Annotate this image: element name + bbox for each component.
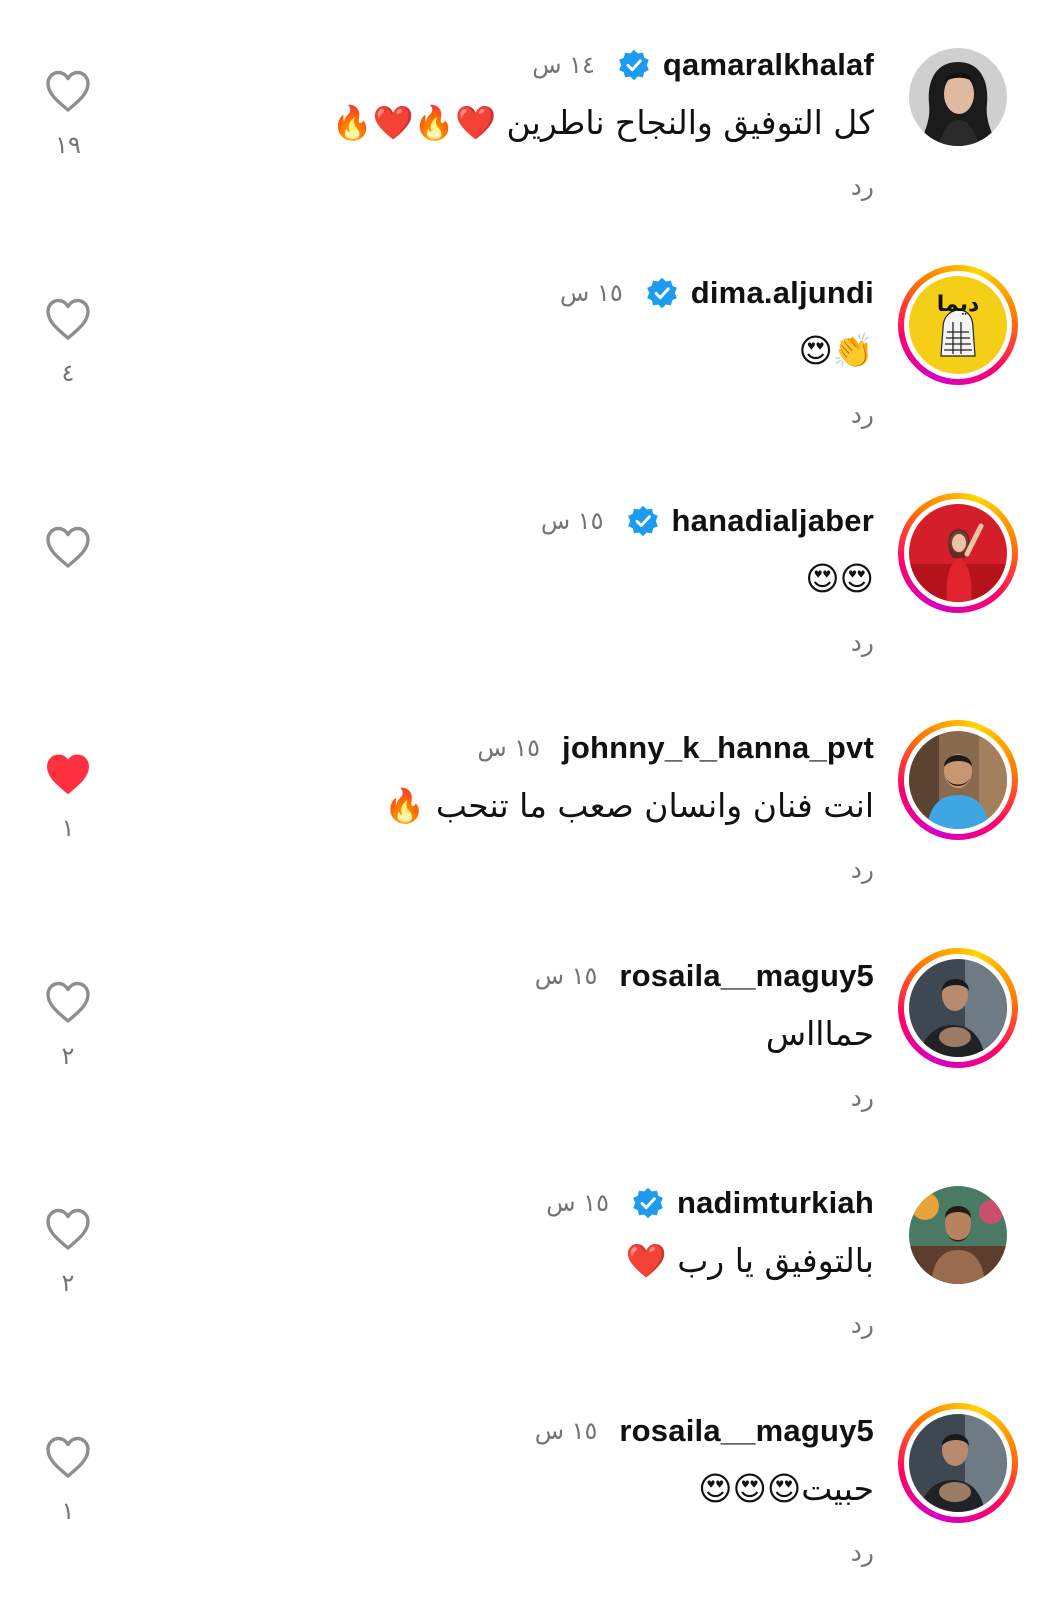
comment-text: حبيت😍😍😍 xyxy=(698,1469,874,1508)
reply-button[interactable]: رد xyxy=(851,400,874,429)
comment-header: dima.aljundi ١٥ س xyxy=(560,273,874,313)
heart-outline-icon[interactable] xyxy=(44,69,92,113)
comment-item: qamaralkhalaf ١٤ س كل التوفيق والنجاح نا… xyxy=(0,27,1043,255)
comment-text: 👏😍 xyxy=(798,331,875,370)
comment-header: qamaralkhalaf ١٤ س xyxy=(532,45,874,85)
avatar-ring-gap xyxy=(904,726,1012,834)
comment-header: nadimturkiah ١٥ س xyxy=(546,1183,874,1223)
avatar xyxy=(909,731,1007,829)
username[interactable]: nadimturkiah xyxy=(677,1185,874,1221)
comment-header: hanadialjaber ١٥ س xyxy=(541,501,874,541)
comment-time: ١٥ س xyxy=(534,962,598,990)
comment-text: بالتوفيق يا رب ❤️ xyxy=(625,1241,874,1280)
avatar xyxy=(909,48,1007,146)
reply-button[interactable]: رد xyxy=(851,172,874,201)
comment-item: johnny_k_hanna_pvt ١٥ س انت فنان وانسان … xyxy=(0,710,1043,938)
username[interactable]: hanadialjaber xyxy=(672,503,874,539)
comment-header: johnny_k_hanna_pvt ١٥ س xyxy=(477,728,874,768)
avatar-ring-gap xyxy=(904,1409,1012,1517)
verified-badge-icon xyxy=(646,277,677,309)
like-count: ٢ xyxy=(61,1269,75,1297)
comment-time: ١٥ س xyxy=(477,734,541,762)
heart-filled-icon[interactable] xyxy=(44,752,92,796)
comment-text: حماااس xyxy=(765,1014,874,1053)
comment-header: rosaila__maguy5 ١٥ س xyxy=(535,1411,874,1451)
avatar-container[interactable] xyxy=(898,1175,1018,1295)
comment-time: ١٥ س xyxy=(560,279,623,307)
comment-text: كل التوفيق والنجاح ناطرين ❤️🔥❤️🔥 xyxy=(331,103,874,142)
heart-outline-icon[interactable] xyxy=(44,297,92,341)
comment-item: hanadialjaber ١٥ س 😍😍 رد xyxy=(0,483,1043,711)
avatar-container[interactable] xyxy=(898,948,1018,1068)
heart-outline-icon[interactable] xyxy=(44,980,92,1024)
like-count: ١ xyxy=(61,1497,75,1525)
reply-button[interactable]: رد xyxy=(851,855,874,884)
username[interactable]: rosaila__maguy5 xyxy=(619,958,874,994)
comment-header: rosaila__maguy5 ١٥ س xyxy=(535,956,874,996)
reply-button[interactable]: رد xyxy=(851,1538,874,1567)
avatar-container[interactable]: ديما xyxy=(898,265,1018,385)
comment-item: nadimturkiah ١٥ س بالتوفيق يا رب ❤️ رد ٢ xyxy=(0,1165,1043,1393)
avatar xyxy=(909,1414,1007,1512)
avatar xyxy=(909,1186,1007,1284)
comment-item: ديما dima.aljundi ١٥ س 👏😍 رد ٤ xyxy=(0,255,1043,483)
comment-time: ١٥ س xyxy=(540,507,604,535)
like-count: ٢ xyxy=(61,1042,75,1070)
verified-badge-icon xyxy=(627,505,658,537)
heart-outline-icon[interactable] xyxy=(44,525,92,569)
comment-time: ١٤ س xyxy=(532,51,595,79)
avatar: ديما xyxy=(909,276,1007,374)
avatar-ring-gap: ديما xyxy=(904,271,1012,379)
reply-button[interactable]: رد xyxy=(851,1310,874,1339)
avatar-ring-gap xyxy=(904,499,1012,607)
avatar-logo-text: ديما xyxy=(937,292,980,317)
reply-button[interactable]: رد xyxy=(851,628,874,657)
username[interactable]: rosaila__maguy5 xyxy=(619,1413,874,1449)
like-count: ١٩ xyxy=(55,131,81,159)
comment-text: انت فنان وانسان صعب ما تنحب 🔥 xyxy=(384,786,874,825)
avatar-ring-gap xyxy=(904,954,1012,1062)
like-count: ١ xyxy=(61,814,75,842)
heart-outline-icon[interactable] xyxy=(44,1207,92,1251)
username[interactable]: qamaralkhalaf xyxy=(663,47,874,83)
heart-outline-icon[interactable] xyxy=(44,1435,92,1479)
verified-badge-icon xyxy=(633,1187,663,1219)
username[interactable]: johnny_k_hanna_pvt xyxy=(562,730,874,766)
avatar-container[interactable] xyxy=(898,493,1018,613)
comment-item: rosaila__maguy5 ١٥ س حماااس رد ٢ xyxy=(0,938,1043,1166)
reply-button[interactable]: رد xyxy=(851,1083,874,1112)
avatar-container[interactable] xyxy=(898,37,1018,157)
verified-badge-icon xyxy=(619,49,649,81)
avatar xyxy=(909,504,1007,602)
username[interactable]: dima.aljundi xyxy=(691,275,874,311)
avatar xyxy=(909,959,1007,1057)
comment-item: rosaila__maguy5 ١٥ س حبيت😍😍😍 رد ١ xyxy=(0,1393,1043,1621)
avatar-container[interactable] xyxy=(898,720,1018,840)
comment-time: ١٥ س xyxy=(546,1189,609,1217)
like-count: ٤ xyxy=(61,359,75,387)
comment-time: ١٥ س xyxy=(534,1417,598,1445)
comment-text: 😍😍 xyxy=(805,559,874,598)
avatar-container[interactable] xyxy=(898,1403,1018,1523)
